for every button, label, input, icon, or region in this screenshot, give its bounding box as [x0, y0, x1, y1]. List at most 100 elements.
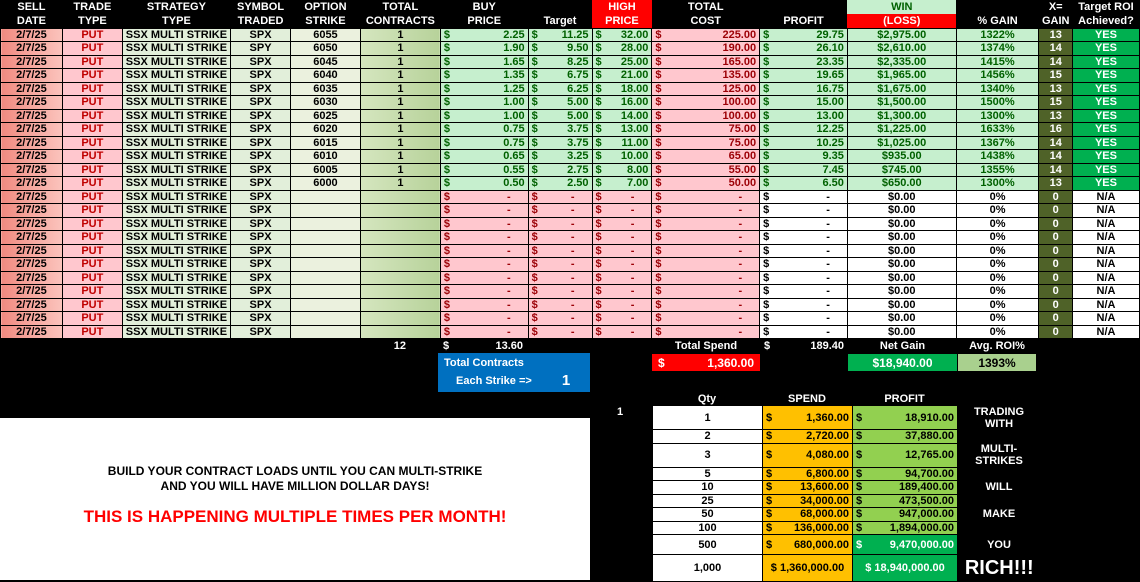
cell-option-strike[interactable]: 6030	[290, 95, 361, 110]
qty-cell[interactable]: 50	[652, 507, 763, 522]
cell-high-price[interactable]: $8.00	[591, 162, 653, 177]
cell-total-contracts[interactable]: 1	[359, 135, 441, 150]
cell-sell-date[interactable]: 2/7/25	[0, 149, 63, 164]
cell-strategy-type[interactable]: SSX MULTI STRIKE	[121, 81, 232, 96]
cell-total-cost[interactable]: $225.00	[651, 27, 761, 42]
cell-x-gain[interactable]: 13	[1038, 176, 1073, 191]
cell-pct-gain[interactable]: 1300%	[955, 176, 1040, 191]
cell-symbol[interactable]: SPX	[230, 108, 291, 123]
cell-total-contracts[interactable]	[359, 203, 441, 218]
cell-strategy-type[interactable]: SSX MULTI STRIKE	[121, 149, 232, 164]
cell-buy-price[interactable]: $1.00	[439, 108, 529, 123]
cell-win-loss[interactable]: $650.00	[846, 176, 957, 191]
cell-high-price[interactable]: $21.00	[591, 68, 653, 83]
cell-strategy-type[interactable]: SSX MULTI STRIKE	[121, 176, 232, 191]
cell-high-price[interactable]: $ -	[591, 257, 653, 272]
cell-buy-price[interactable]: $ -	[439, 243, 529, 258]
cell-target[interactable]: $8.25	[527, 54, 593, 69]
cell-pct-gain[interactable]: 1456%	[955, 68, 1040, 83]
cell-high-price[interactable]: $ -	[591, 311, 653, 326]
cell-symbol[interactable]: SPX	[230, 284, 291, 299]
cell-target[interactable]: $ -	[527, 284, 593, 299]
cell-trade-type[interactable]: PUT	[61, 324, 123, 339]
cell-strategy-type[interactable]: SSX MULTI STRIKE	[121, 108, 232, 123]
cell-sell-date[interactable]: 2/7/25	[0, 324, 63, 339]
qty-cell[interactable]: 25	[652, 493, 763, 508]
cell-total-contracts[interactable]: 1	[359, 27, 441, 42]
cell-win-loss[interactable]: $0.00	[846, 243, 957, 258]
cell-target-roi[interactable]: N/A	[1071, 257, 1140, 272]
cell-trade-type[interactable]: PUT	[61, 122, 123, 137]
cell-strategy-type[interactable]: SSX MULTI STRIKE	[121, 216, 232, 231]
cell-x-gain[interactable]: 0	[1038, 216, 1073, 231]
contracts-per-strike-value[interactable]: 1	[562, 372, 570, 389]
cell-target-roi[interactable]: YES	[1071, 176, 1140, 191]
cell-total-cost[interactable]: $ -	[651, 243, 761, 258]
cell-win-loss[interactable]: $0.00	[846, 270, 957, 285]
cell-pct-gain[interactable]: 0%	[955, 257, 1040, 272]
cell-total-cost[interactable]: $ -	[651, 230, 761, 245]
cell-win-loss[interactable]: $0.00	[846, 216, 957, 231]
cell-symbol[interactable]: SPX	[230, 230, 291, 245]
cell-high-price[interactable]: $11.00	[591, 135, 653, 150]
cell-x-gain[interactable]: 14	[1038, 135, 1073, 150]
cell-symbol[interactable]: SPX	[230, 216, 291, 231]
qty-cell[interactable]: 10	[652, 480, 763, 495]
cell-profit[interactable]: $7.45	[759, 162, 848, 177]
cell-target-roi[interactable]: YES	[1071, 81, 1140, 96]
cell-sell-date[interactable]: 2/7/25	[0, 95, 63, 110]
cell-x-gain[interactable]: 0	[1038, 203, 1073, 218]
cell-profit[interactable]: $19.65	[759, 68, 848, 83]
cell-total-contracts[interactable]	[359, 270, 441, 285]
cell-win-loss[interactable]: $0.00	[846, 324, 957, 339]
cell-target-roi[interactable]: YES	[1071, 122, 1140, 137]
cell-target[interactable]: $5.00	[527, 108, 593, 123]
cell-target[interactable]: $ -	[527, 203, 593, 218]
cell-win-loss[interactable]: $1,500.00	[846, 95, 957, 110]
cell-sell-date[interactable]: 2/7/25	[0, 243, 63, 258]
cell-high-price[interactable]: $25.00	[591, 54, 653, 69]
cell-sell-date[interactable]: 2/7/25	[0, 68, 63, 83]
cell-high-price[interactable]: $ -	[591, 270, 653, 285]
cell-win-loss[interactable]: $0.00	[846, 297, 957, 312]
cell-symbol[interactable]: SPX	[230, 54, 291, 69]
cell-pct-gain[interactable]: 1322%	[955, 27, 1040, 42]
cell-total-contracts[interactable]	[359, 311, 441, 326]
cell-total-cost[interactable]: $190.00	[651, 41, 761, 56]
cell-target-roi[interactable]: N/A	[1071, 216, 1140, 231]
cell-target[interactable]: $2.50	[527, 176, 593, 191]
cell-strategy-type[interactable]: SSX MULTI STRIKE	[121, 243, 232, 258]
cell-total-contracts[interactable]: 1	[359, 68, 441, 83]
cell-x-gain[interactable]: 16	[1038, 122, 1073, 137]
cell-x-gain[interactable]: 0	[1038, 230, 1073, 245]
cell-sell-date[interactable]: 2/7/25	[0, 284, 63, 299]
cell-symbol[interactable]: SPX	[230, 95, 291, 110]
cell-option-strike[interactable]	[290, 257, 361, 272]
cell-symbol[interactable]: SPX	[230, 176, 291, 191]
cell-total-contracts[interactable]: 1	[359, 81, 441, 96]
cell-strategy-type[interactable]: SSX MULTI STRIKE	[121, 95, 232, 110]
cell-trade-type[interactable]: PUT	[61, 68, 123, 83]
cell-x-gain[interactable]: 0	[1038, 311, 1073, 326]
cell-x-gain[interactable]: 0	[1038, 324, 1073, 339]
cell-profit[interactable]: $ -	[759, 257, 848, 272]
cell-trade-type[interactable]: PUT	[61, 257, 123, 272]
cell-trade-type[interactable]: PUT	[61, 54, 123, 69]
cell-pct-gain[interactable]: 0%	[955, 270, 1040, 285]
qty-cell[interactable]: 1	[652, 405, 763, 430]
cell-win-loss[interactable]: $2,610.00	[846, 41, 957, 56]
cell-total-cost[interactable]: $ -	[651, 216, 761, 231]
cell-high-price[interactable]: $ -	[591, 216, 653, 231]
cell-total-contracts[interactable]	[359, 324, 441, 339]
cell-win-loss[interactable]: $0.00	[846, 284, 957, 299]
cell-high-price[interactable]: $28.00	[591, 41, 653, 56]
cell-buy-price[interactable]: $0.50	[439, 176, 529, 191]
cell-trade-type[interactable]: PUT	[61, 203, 123, 218]
cell-target[interactable]: $ -	[527, 311, 593, 326]
cell-profit[interactable]: $ -	[759, 243, 848, 258]
cell-buy-price[interactable]: $0.65	[439, 149, 529, 164]
cell-profit[interactable]: $ -	[759, 189, 848, 204]
cell-target[interactable]: $11.25	[527, 27, 593, 42]
cell-total-cost[interactable]: $125.00	[651, 81, 761, 96]
cell-strategy-type[interactable]: SSX MULTI STRIKE	[121, 284, 232, 299]
